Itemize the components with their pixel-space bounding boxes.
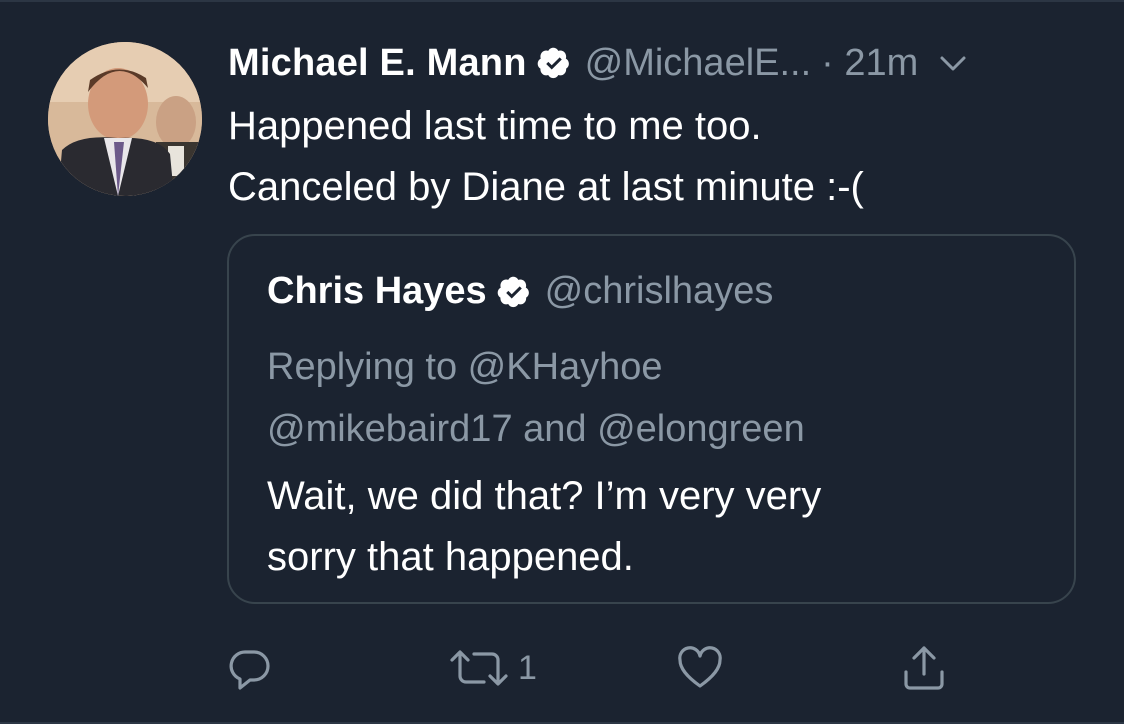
- retweet-button[interactable]: 1: [448, 640, 537, 696]
- quoted-text-line: sorry that happened.: [267, 535, 634, 579]
- author-name[interactable]: Michael E. Mann: [228, 42, 527, 85]
- reply-button[interactable]: [226, 640, 278, 696]
- quoted-author-handle: @chrislhayes: [544, 270, 774, 312]
- retweet-count: 1: [518, 648, 537, 687]
- replying-to-line: @mikebaird17 and @elongreen: [267, 408, 805, 450]
- replying-to: Replying to @KHayhoe @mikebaird17 and @e…: [267, 336, 805, 460]
- reply-icon: [229, 650, 270, 690]
- quoted-author-name: Chris Hayes: [267, 270, 487, 312]
- top-divider: [0, 0, 1124, 2]
- like-icon: [678, 646, 722, 688]
- avatar-photo: [48, 42, 202, 196]
- quoted-text-line: Wait, we did that? I’m very very: [267, 474, 822, 518]
- quoted-tweet-header: Chris Hayes @chrislhayes: [267, 270, 773, 313]
- quoted-tweet-card[interactable]: Chris Hayes @chrislhayes Replying to @KH…: [227, 234, 1076, 604]
- tweet-timestamp[interactable]: · 21m: [821, 42, 918, 85]
- like-button[interactable]: [676, 640, 728, 696]
- tweet-actions: 1: [0, 640, 1124, 700]
- chevron-down-icon[interactable]: [938, 48, 968, 78]
- share-button[interactable]: [900, 640, 948, 696]
- quoted-tweet-text: Wait, we did that? I’m very very sorry t…: [267, 466, 821, 588]
- author-handle[interactable]: @MichaelE...: [585, 42, 812, 85]
- verified-badge-icon: [537, 46, 571, 80]
- tweet-text: Happened last time to me too. Canceled b…: [228, 96, 1088, 218]
- tweet-text-line: Happened last time to me too.: [228, 104, 762, 148]
- verified-badge-icon: [497, 275, 531, 309]
- share-icon: [904, 646, 944, 690]
- tweet-text-line: Canceled by Diane at last minute :-(: [228, 165, 864, 209]
- tweet-header: Michael E. Mann @MichaelE... · 21m: [228, 40, 968, 86]
- replying-to-line: Replying to @KHayhoe: [267, 346, 663, 388]
- retweet-icon: [450, 650, 508, 686]
- avatar[interactable]: [48, 42, 202, 196]
